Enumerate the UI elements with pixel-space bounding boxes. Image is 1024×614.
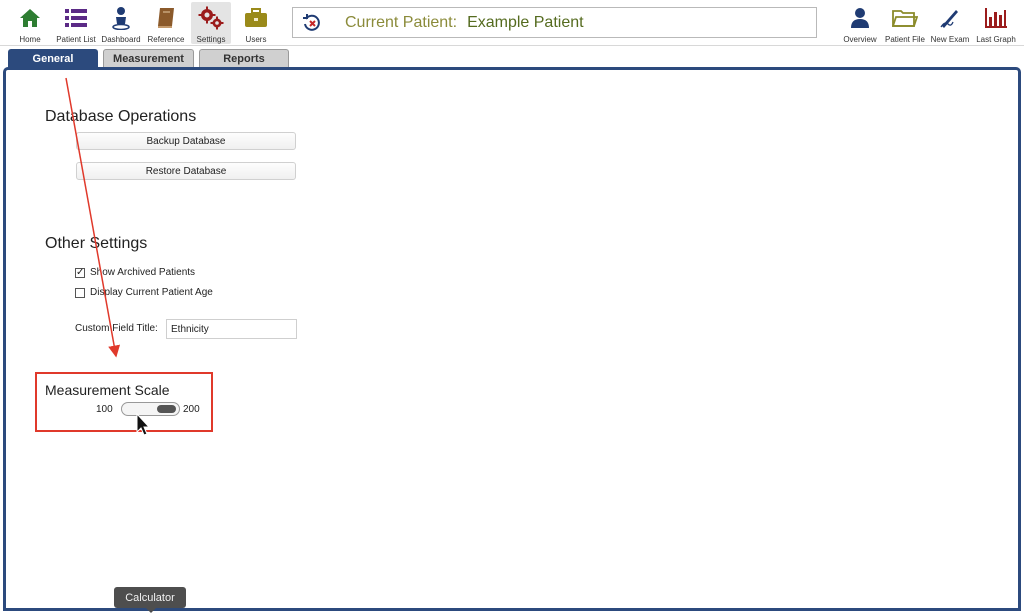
person-icon <box>847 5 873 31</box>
toolbar-patient-list-label: Patient List <box>56 35 96 44</box>
calculator-tooltip: Calculator <box>114 587 186 613</box>
app-window: Home Patient List Dashboard Reference Se… <box>0 0 1024 614</box>
bar-chart-icon <box>983 5 1009 31</box>
custom-field-title-label: Custom Field Title: <box>75 323 158 334</box>
home-icon <box>17 5 43 31</box>
tab-general[interactable]: General <box>8 49 98 68</box>
measurement-scale-heading: Measurement Scale <box>45 382 170 398</box>
toolbar-settings-button[interactable]: Settings <box>191 2 231 44</box>
main-toolbar: Home Patient List Dashboard Reference Se… <box>0 0 1024 46</box>
settings-tab-bar: General Measurement Reports <box>0 46 1024 68</box>
display-patient-age-label: Display Current Patient Age <box>90 287 213 298</box>
database-operations-heading: Database Operations <box>45 108 197 125</box>
display-patient-age-row[interactable]: Display Current Patient Age <box>75 287 213 298</box>
toolbar-settings-label: Settings <box>196 35 226 44</box>
pen-icon <box>937 5 963 31</box>
toolbar-patient-file-label: Patient File <box>884 35 926 44</box>
toolbar-home-button[interactable]: Home <box>13 2 47 44</box>
show-archived-patients-row[interactable]: ✓ Show Archived Patients <box>75 267 195 278</box>
toolbar-dashboard-button[interactable]: Dashboard <box>100 2 142 44</box>
briefcase-icon <box>243 5 269 31</box>
current-patient-box: Current Patient: Example Patient <box>292 7 817 38</box>
toolbar-last-graph-button[interactable]: Last Graph <box>974 2 1018 44</box>
tab-measurement[interactable]: Measurement <box>103 49 194 68</box>
current-patient-label: Current Patient: <box>345 13 458 31</box>
scale-min-label: 100 <box>96 404 113 415</box>
list-icon <box>63 5 89 31</box>
toolbar-overview-label: Overview <box>843 35 877 44</box>
display-patient-age-checkbox[interactable] <box>75 287 85 298</box>
toolbar-overview-button[interactable]: Overview <box>842 2 878 44</box>
folder-icon <box>892 5 918 31</box>
custom-field-title-input[interactable] <box>166 319 297 339</box>
current-patient-name: Example Patient <box>467 13 584 31</box>
toolbar-home-label: Home <box>19 35 41 44</box>
clear-patient-icon[interactable] <box>301 12 323 34</box>
toolbar-reference-button[interactable]: Reference <box>146 2 186 44</box>
person-pin-icon <box>108 5 134 31</box>
measurement-scale-knob[interactable] <box>157 405 176 413</box>
toolbar-reference-label: Reference <box>147 35 185 44</box>
toolbar-patient-file-button[interactable]: Patient File <box>884 2 926 44</box>
toolbar-users-label: Users <box>245 35 267 44</box>
book-icon <box>153 5 179 31</box>
tab-reports[interactable]: Reports <box>199 49 289 68</box>
toolbar-dashboard-label: Dashboard <box>101 35 141 44</box>
backup-database-button[interactable]: Backup Database <box>76 132 296 150</box>
show-archived-patients-checkbox[interactable]: ✓ <box>75 267 85 278</box>
other-settings-heading: Other Settings <box>45 235 148 252</box>
toolbar-new-exam-label: New Exam <box>930 35 970 44</box>
scale-max-label: 200 <box>183 404 200 415</box>
toolbar-patient-list-button[interactable]: Patient List <box>54 2 98 44</box>
toolbar-users-button[interactable]: Users <box>238 2 274 44</box>
gears-icon <box>198 5 224 31</box>
calculator-tooltip-text: Calculator <box>125 591 175 604</box>
toolbar-new-exam-button[interactable]: New Exam <box>930 2 970 44</box>
measurement-scale-toggle[interactable] <box>121 402 180 416</box>
toolbar-last-graph-label: Last Graph <box>976 35 1016 44</box>
general-settings-panel: Database Operations Backup Database Rest… <box>3 67 1021 611</box>
restore-database-button[interactable]: Restore Database <box>76 162 296 180</box>
show-archived-patients-label: Show Archived Patients <box>90 267 196 278</box>
